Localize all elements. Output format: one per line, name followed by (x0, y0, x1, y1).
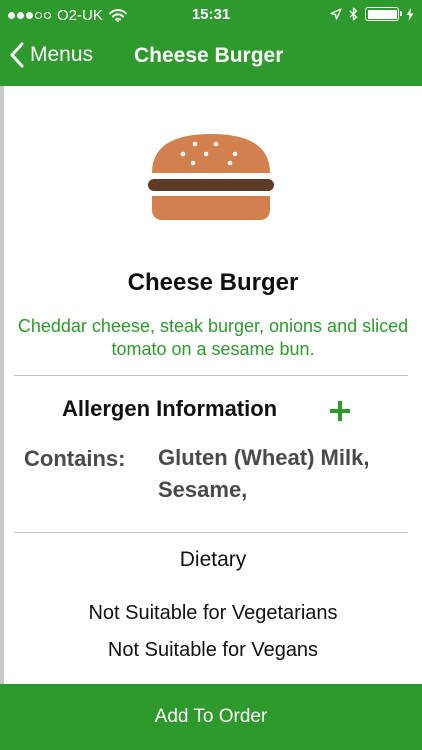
contains-label: Contains: (24, 446, 126, 471)
contains-values: Gluten (Wheat) Milk, Sesame, (158, 445, 370, 502)
add-to-order-button[interactable]: Add To Order (0, 684, 422, 750)
battery-level (367, 9, 397, 19)
item-description: Cheddar cheese, steak burger, onions and… (17, 316, 409, 359)
back-button[interactable]: Menus (10, 42, 93, 68)
battery-icon (365, 7, 402, 21)
back-label: Menus (30, 43, 94, 66)
status-right (330, 7, 414, 21)
top-bar: O2-UK 15:31 Menus Cheese Burger (0, 0, 422, 86)
allergen-heading: Allergen Information (62, 396, 278, 421)
item-detail: Cheese Burger Cheddar cheese, steak burg… (4, 86, 422, 684)
divider (14, 532, 408, 533)
item-name: Cheese Burger (127, 269, 299, 296)
chevron-left-icon (10, 42, 24, 68)
dietary-item: Not Suitable for Vegetarians (88, 602, 338, 624)
divider (14, 375, 408, 376)
nav-bar: Menus Cheese Burger (0, 30, 422, 86)
bluetooth-icon (349, 7, 358, 21)
burger-icon (148, 134, 274, 220)
page-title: Cheese Burger (134, 44, 284, 67)
dietary-item: Not Suitable for Vegans (107, 639, 319, 661)
battery-tip (400, 11, 402, 16)
location-arrow-icon (330, 8, 342, 20)
plus-icon[interactable] (328, 399, 352, 423)
dietary-heading: Dietary (179, 548, 247, 571)
status-bar: O2-UK 15:31 (0, 0, 422, 30)
charging-icon (406, 7, 414, 21)
